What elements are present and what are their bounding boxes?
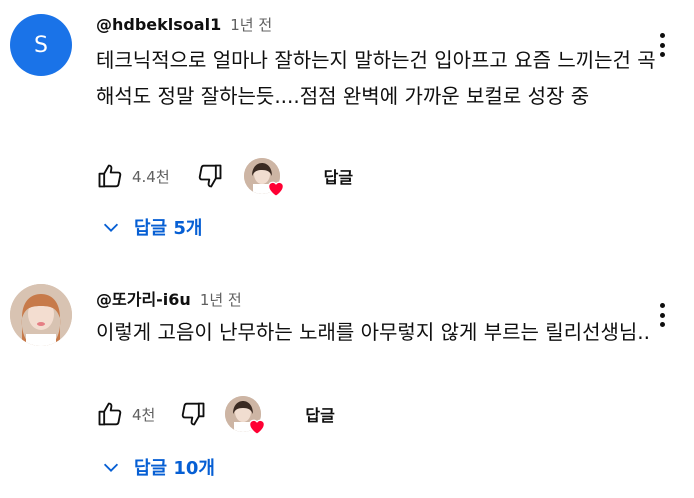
comment-actions: 4.4천 답글 (92, 156, 365, 197)
creator-heart-icon (267, 181, 284, 197)
more-vert-icon (659, 303, 665, 308)
chevron-down-icon (103, 223, 119, 232)
author-name[interactable]: @또가리-i6u (96, 286, 191, 310)
like-button[interactable] (92, 158, 128, 194)
comment-time[interactable]: 1년 전 (200, 289, 242, 310)
comment-header: @hdbeklsoal1 1년 전 (96, 14, 272, 35)
replies-count-label: 답글 10개 (134, 458, 215, 479)
replies-count-label: 답글 5개 (134, 218, 203, 239)
thumb-down-icon (198, 164, 222, 188)
thumb-up-icon (98, 402, 122, 426)
creator-heart[interactable] (225, 394, 266, 435)
reply-button[interactable]: 답글 (312, 158, 365, 194)
thumb-up-icon (98, 164, 122, 188)
view-replies-button[interactable]: 답글 10개 (100, 454, 215, 480)
comment-text: 테크닉적으로 얼마나 잘하는지 말하는건 입아프고 요즘 느끼는건 곡 해석도 … (96, 48, 656, 108)
avatar[interactable] (10, 284, 72, 346)
comment-header: @또가리-i6u 1년 전 (96, 286, 242, 310)
more-options-button[interactable] (654, 300, 670, 330)
avatar-letter: S (34, 32, 48, 58)
reply-button[interactable]: 답글 (293, 396, 346, 432)
dislike-button[interactable] (175, 396, 211, 432)
view-replies-button[interactable]: 답글 5개 (100, 214, 202, 240)
comment-actions: 4천 답글 (92, 394, 347, 435)
creator-heart-icon (249, 419, 266, 435)
creator-heart[interactable] (243, 156, 284, 197)
like-count: 4천 (132, 405, 156, 424)
avatar[interactable]: S (10, 14, 72, 76)
more-options-button[interactable] (654, 30, 670, 60)
comment-time[interactable]: 1년 전 (230, 14, 272, 35)
like-count: 4.4천 (132, 167, 170, 186)
dislike-button[interactable] (192, 158, 228, 194)
comment-text: 이렇게 고음이 난무하는 노래를 아무렇지 않게 부르는 릴리선생님.. (96, 320, 651, 344)
chevron-down-icon (103, 463, 119, 472)
more-vert-icon (659, 33, 665, 38)
thumb-down-icon (182, 402, 205, 426)
author-name[interactable]: @hdbeklsoal1 (96, 15, 221, 34)
like-button[interactable] (92, 396, 128, 432)
